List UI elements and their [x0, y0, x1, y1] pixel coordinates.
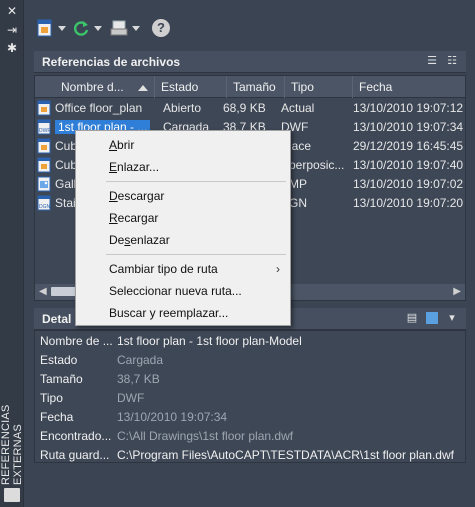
detail-label: Fecha: [40, 410, 74, 424]
sort-ascending-icon: [138, 85, 148, 91]
cell-type: DWF: [281, 120, 309, 134]
svg-text:DWF: DWF: [39, 128, 50, 134]
cell-date: 13/10/2010 19:07:34: [353, 120, 464, 134]
column-header-name[interactable]: Nombre d...: [55, 76, 155, 98]
dwf-file-icon: DWF: [37, 119, 51, 135]
column-header-date[interactable]: Fecha: [353, 76, 465, 98]
details-title: Detal: [42, 312, 72, 326]
menu-item-recargar[interactable]: Recargar: [76, 208, 290, 228]
menu-item-enlazar[interactable]: Enlazar...: [76, 157, 290, 177]
menu-separator: [106, 254, 286, 255]
scroll-right-icon[interactable]: ▶: [453, 287, 461, 297]
cell-status: Abierto: [163, 101, 202, 115]
cell-date: 29/12/2019 16:45:45: [353, 139, 464, 153]
detail-value: C:\All Drawings\1st floor plan.dwf: [117, 429, 294, 443]
context-menu: Abrir Enlazar... Descargar Recargar Dese…: [75, 130, 291, 326]
refresh-icon: [74, 21, 89, 36]
grid-header: Nombre d... Estado Tamaño Tipo Fecha: [35, 76, 465, 98]
scroll-left-icon[interactable]: ◀: [39, 287, 47, 297]
change-path-button[interactable]: [110, 16, 140, 40]
detail-value: 38,7 KB: [117, 372, 160, 386]
chevron-down-icon: [132, 25, 140, 31]
settings-icon[interactable]: ✱: [5, 41, 19, 55]
attach-dwg-button[interactable]: [36, 16, 66, 40]
menu-item-seleccionar-nueva-ruta[interactable]: Seleccionar nueva ruta...: [76, 281, 290, 301]
menu-item-descargar[interactable]: Descargar: [76, 186, 290, 206]
cell-size: 68,9 KB: [223, 101, 266, 115]
detail-label: Tamaño: [40, 372, 83, 386]
help-icon: ?: [152, 19, 170, 37]
column-header-status[interactable]: Estado: [155, 76, 227, 98]
details-panel: Nombre de ... 1st floor plan - 1st floor…: [34, 330, 466, 463]
detail-value[interactable]: 1st floor plan - 1st floor plan-Model: [117, 332, 463, 351]
menu-item-buscar-y-reemplazar[interactable]: Buscar y reemplazar...: [76, 303, 290, 323]
detail-row: Nombre de ... 1st floor plan - 1st floor…: [35, 332, 465, 351]
cell-type: GN: [289, 196, 307, 210]
menu-item-desenlazar[interactable]: Desenlazar: [76, 230, 290, 250]
detail-row: Tamaño 38,7 KB: [35, 370, 465, 389]
detail-label: Ruta guard...: [40, 448, 110, 462]
detail-value: DWF: [117, 391, 145, 405]
cell-type: Actual: [281, 101, 315, 115]
file-references-title: Referencias de archivos: [42, 55, 181, 69]
column-header-size[interactable]: Tamaño: [227, 76, 285, 98]
refresh-button[interactable]: [72, 16, 102, 40]
cell-date: 13/10/2010 19:07:40: [353, 158, 464, 172]
detail-label: Tipo: [40, 391, 63, 405]
chevron-down-icon[interactable]: ▾: [446, 312, 458, 324]
file-references-header[interactable]: Referencias de archivos ☰ ☷: [34, 51, 466, 73]
preview-icon[interactable]: [426, 312, 438, 324]
dwg-file-icon: [37, 157, 51, 173]
detail-value: 13/10/2010 19:07:34: [117, 410, 228, 424]
details-view-icon[interactable]: ▤: [406, 312, 418, 324]
dwg-file-icon: [37, 138, 51, 154]
palette-title: REFERENCIAS EXTERNAS: [0, 404, 24, 485]
detail-label: Estado: [40, 353, 78, 367]
close-icon[interactable]: ✕: [5, 4, 19, 18]
cell-name: Office floor_plan: [55, 101, 143, 115]
table-row[interactable]: Office floor_plan Abierto 68,9 KB Actual…: [35, 99, 465, 118]
palette-bottom-icon[interactable]: [4, 488, 20, 502]
detail-row: Ruta guard... C:\Program Files\AutoCAPT\…: [35, 446, 465, 462]
tree-view-icon[interactable]: ☷: [446, 55, 458, 67]
palette-sidebar: ✕ ⇥ ✱ REFERENCIAS EXTERNAS: [0, 0, 24, 507]
menu-item-abrir[interactable]: Abrir: [76, 135, 290, 155]
toolbar: ?: [30, 14, 450, 42]
detail-row: Encontrado... C:\All Drawings\1st floor …: [35, 427, 465, 446]
detail-value[interactable]: C:\Program Files\AutoCAPT\TESTDATA\ACR\1…: [117, 446, 463, 462]
cell-type: perposic...: [289, 158, 345, 172]
attach-dwg-icon: [37, 19, 52, 37]
menu-item-cambiar-tipo-de-ruta[interactable]: Cambiar tipo de ruta ›: [76, 259, 290, 279]
chevron-down-icon: [94, 25, 102, 31]
detail-row: Estado Cargada: [35, 351, 465, 370]
list-view-icon[interactable]: ☰: [426, 55, 438, 67]
dgn-file-icon: DGN: [37, 195, 51, 211]
pin-icon[interactable]: ⇥: [5, 23, 19, 37]
dwg-file-icon: [37, 100, 51, 116]
svg-text:DGN: DGN: [39, 204, 51, 210]
image-file-icon: [37, 176, 51, 192]
chevron-down-icon: [58, 25, 66, 31]
detail-label: Encontrado...: [40, 429, 112, 443]
help-button[interactable]: ?: [152, 16, 170, 40]
cell-type: MP: [289, 177, 307, 191]
detail-row: Fecha 13/10/2010 19:07:34: [35, 408, 465, 427]
column-header-type[interactable]: Tipo: [285, 76, 353, 98]
cell-date: 13/10/2010 19:07:20: [353, 196, 464, 210]
change-path-icon: [110, 20, 128, 36]
menu-separator: [106, 181, 286, 182]
detail-row: Tipo DWF: [35, 389, 465, 408]
cell-date: 13/10/2010 19:07:12: [353, 101, 464, 115]
detail-label: Nombre de ...: [40, 334, 113, 348]
chevron-right-icon: ›: [276, 262, 280, 276]
cell-type: lace: [289, 139, 312, 153]
cell-date: 13/10/2010 19:07:02: [353, 177, 464, 191]
detail-value: Cargada: [117, 353, 164, 367]
